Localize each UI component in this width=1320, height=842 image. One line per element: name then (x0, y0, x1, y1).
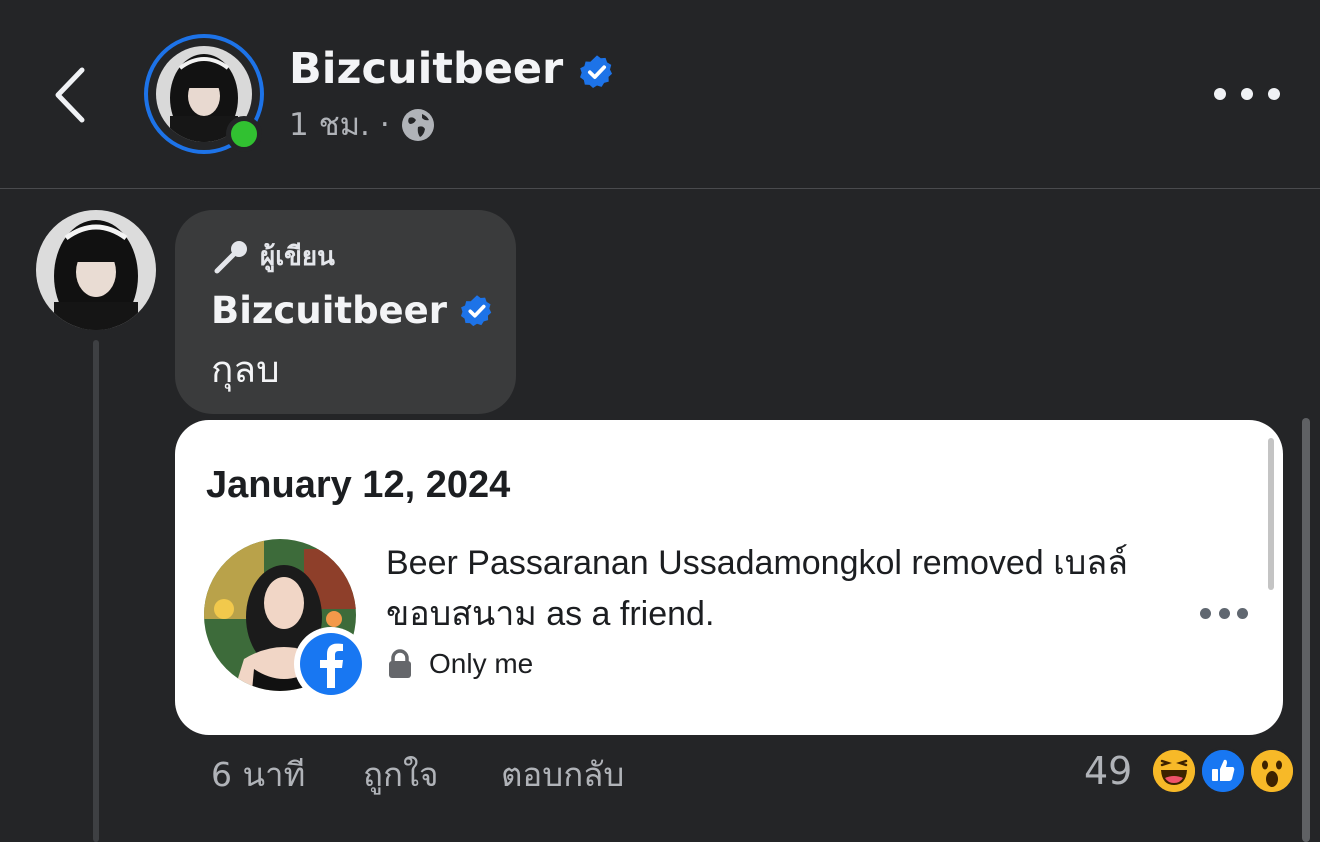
comment-author-avatar[interactable] (36, 210, 156, 330)
activity-text: Beer Passaranan Ussadamongkol removed เบ… (386, 544, 1129, 633)
author-badge-label: ผู้เขียน (260, 242, 335, 272)
privacy-label: Only me (429, 648, 534, 679)
wow-icon (1248, 747, 1296, 795)
comment-author-name[interactable]: Bizcuitbeer (211, 285, 495, 337)
haha-icon (1150, 747, 1198, 795)
author-badge: ผู้เขียน (212, 236, 335, 277)
comment-text: กุลบ (211, 348, 280, 391)
verified-badge-icon (460, 295, 492, 327)
comment-image-attachment[interactable]: January 12, 2024 Beer Passaranan Ussadam… (175, 420, 1283, 735)
more-dot (1214, 88, 1226, 100)
attachment-scrollbar (1268, 438, 1274, 590)
chevron-left-icon (55, 67, 85, 123)
verified-badge-icon (580, 54, 613, 88)
activity-privacy: Only me (387, 648, 533, 680)
reaction-icons[interactable] (1150, 747, 1300, 795)
like-button[interactable]: ถูกใจ (363, 752, 501, 798)
post-header: Bizcuitbeer 1 ชม. · (0, 0, 1320, 189)
online-status-dot (226, 116, 262, 152)
more-options-button[interactable] (1214, 78, 1280, 110)
reaction-count[interactable]: 49 (1084, 748, 1132, 794)
thread-line (93, 340, 99, 842)
microphone-icon (214, 240, 247, 273)
post-time[interactable]: 1 ชม. (289, 104, 370, 146)
comment-actions: 6 นาที ถูกใจ ตอบกลับ (211, 752, 624, 798)
back-button[interactable] (46, 60, 96, 130)
more-dot (1241, 88, 1253, 100)
more-dot (1268, 88, 1280, 100)
lock-icon (389, 649, 411, 678)
activity-more-icon (1200, 608, 1248, 622)
activity-date: January 12, 2024 (206, 464, 511, 506)
like-icon (1199, 747, 1247, 795)
page-scrollbar[interactable] (1302, 418, 1310, 842)
facebook-badge (294, 627, 368, 701)
reply-button[interactable]: ตอบกลับ (501, 752, 624, 798)
comment-time[interactable]: 6 นาที (211, 752, 363, 798)
globe-icon (401, 109, 434, 141)
meta-separator: · (379, 107, 390, 143)
post-author-name[interactable]: Bizcuitbeer (289, 42, 616, 96)
post-meta: 1 ชม. · (289, 104, 436, 146)
facebook-logo-icon (320, 643, 343, 688)
